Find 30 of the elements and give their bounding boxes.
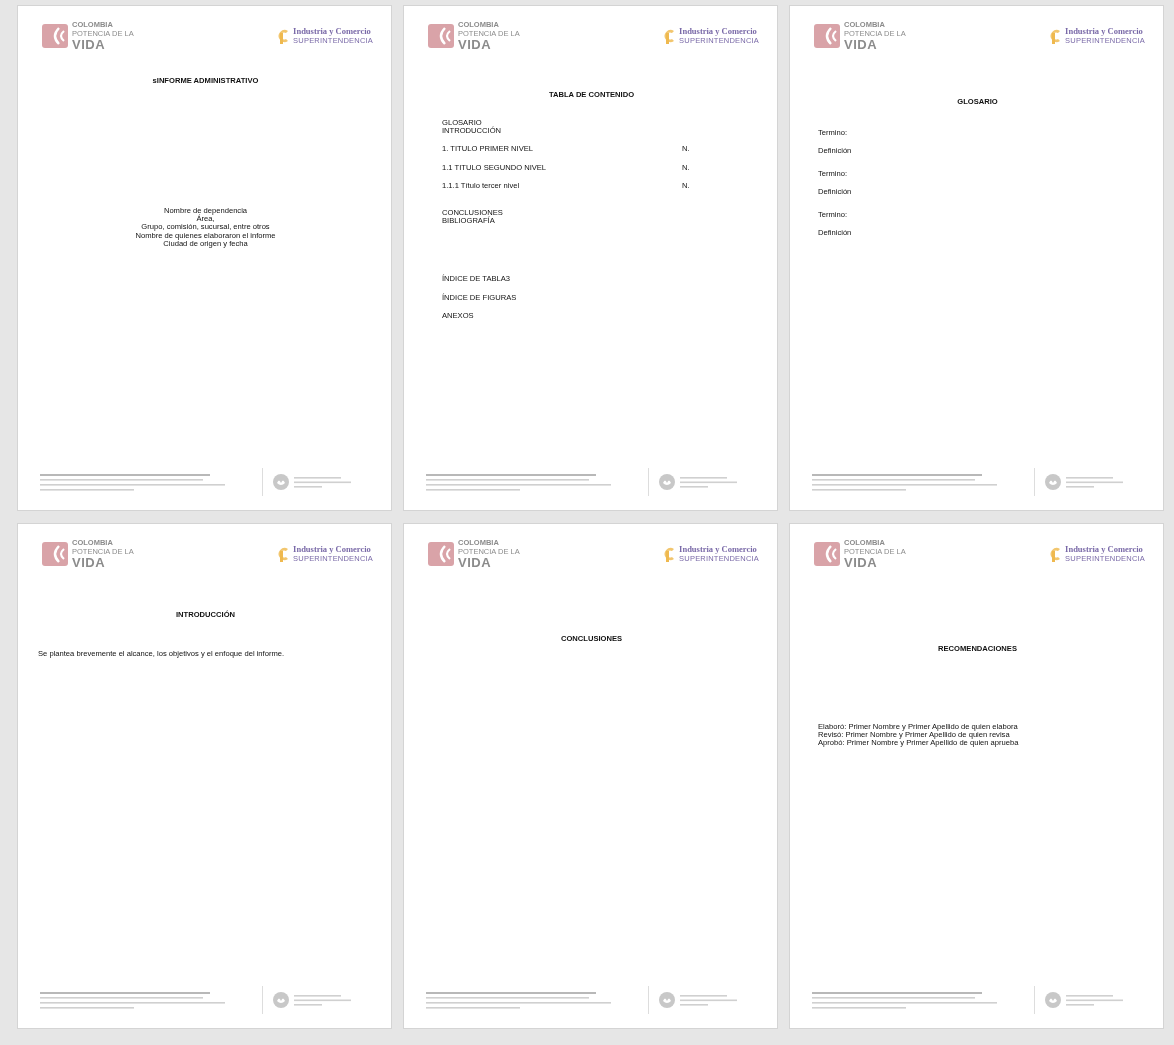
- logo-text: Industria y Comercio: [1065, 545, 1144, 555]
- circle-logo-icon: [1048, 28, 1063, 44]
- logo-text: VIDA: [844, 38, 879, 52]
- logo-text: Industria y Comercio: [293, 545, 372, 555]
- waves-logo-icon: [814, 542, 840, 566]
- logo-text: Industria y Comercio: [679, 545, 758, 555]
- leaf-badge-icon: [1045, 474, 1061, 490]
- logo-text: VIDA: [844, 556, 879, 570]
- waves-logo-icon: [814, 24, 840, 48]
- waves-logo-icon: [42, 542, 68, 566]
- circle-logo-icon: [662, 28, 677, 44]
- circle-logo-icon: [276, 546, 291, 562]
- leaf-badge-icon: [273, 992, 289, 1008]
- logo-text: VIDA: [72, 556, 107, 570]
- logo-text: VIDA: [72, 38, 107, 52]
- waves-logo-icon: [428, 542, 454, 566]
- logo-text: Industria y Comercio: [679, 27, 758, 37]
- leaf-badge-icon: [659, 992, 675, 1008]
- waves-logo-icon: [42, 24, 68, 48]
- leaf-badge-icon: [659, 474, 675, 490]
- logo-text: VIDA: [458, 556, 493, 570]
- waves-logo-icon: [428, 24, 454, 48]
- circle-logo-icon: [662, 546, 677, 562]
- logo-text: Industria y Comercio: [1065, 27, 1144, 37]
- circle-logo-icon: [276, 28, 291, 44]
- logo-text: Industria y Comercio: [293, 27, 372, 37]
- leaf-badge-icon: [273, 474, 289, 490]
- logo-text: VIDA: [458, 38, 493, 52]
- circle-logo-icon: [1048, 546, 1063, 562]
- leaf-badge-icon: [1045, 992, 1061, 1008]
